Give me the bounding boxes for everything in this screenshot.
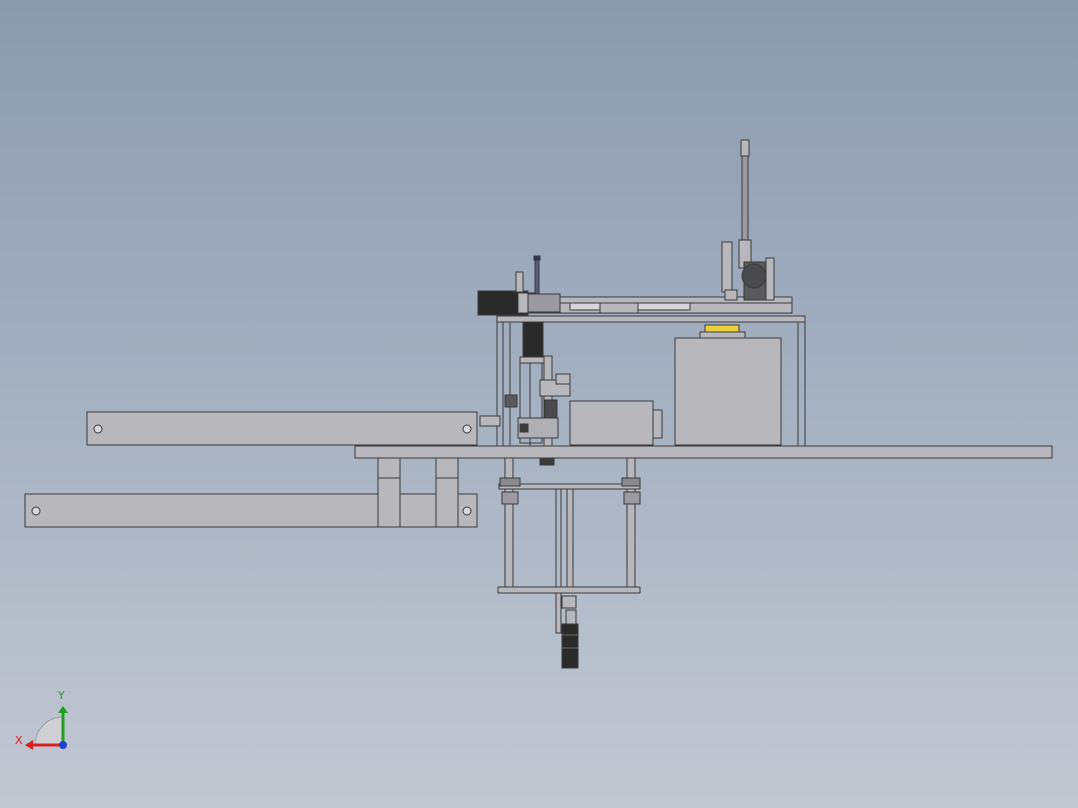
lower-arm-bar[interactable] xyxy=(24,493,478,528)
triad-x-label: X xyxy=(15,734,23,747)
feed-mechanism[interactable] xyxy=(479,321,571,466)
servo-motor[interactable] xyxy=(477,255,561,316)
control-box[interactable] xyxy=(674,337,782,446)
assembly-drawing[interactable] xyxy=(0,0,1078,808)
lift-frame[interactable] xyxy=(497,457,641,594)
graphics-viewport[interactable]: X Y xyxy=(0,0,1078,808)
upper-arm-bar[interactable] xyxy=(86,411,478,446)
triad-y-label: Y xyxy=(58,689,65,702)
gripper[interactable] xyxy=(555,592,579,669)
vertical-cylinder[interactable] xyxy=(721,139,775,301)
gear-box[interactable] xyxy=(569,400,654,446)
base-plate[interactable] xyxy=(354,445,1053,459)
coordinate-triad-icon xyxy=(25,706,68,750)
